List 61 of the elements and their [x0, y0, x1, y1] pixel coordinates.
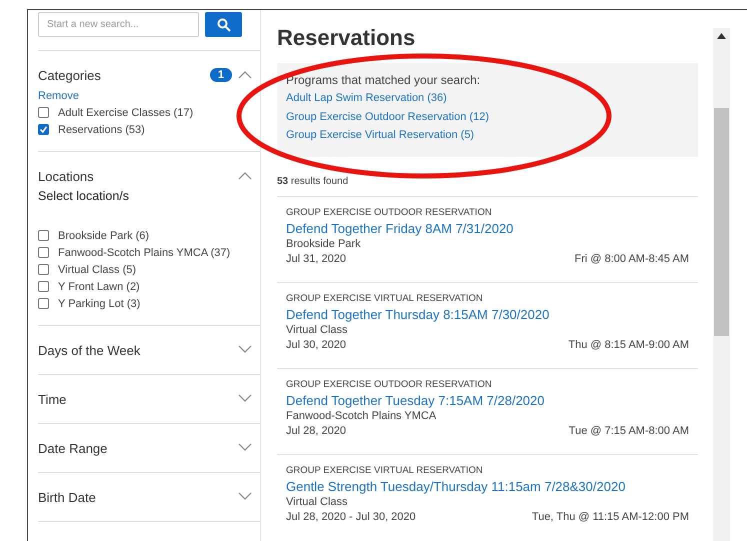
checkbox[interactable]: [38, 281, 49, 292]
result-title-link[interactable]: Defend Together Tuesday 7:15AM 7/28/2020: [286, 392, 545, 408]
filter-title[interactable]: Birth Date: [38, 490, 238, 504]
search-icon: [216, 18, 230, 32]
filter-subtitle: Select location/s: [38, 189, 130, 203]
remove-link[interactable]: Remove: [38, 90, 79, 102]
result-date: Jul 31, 2020: [286, 252, 346, 264]
result-title-link[interactable]: Gentle Strength Tuesday/Thursday 11:15am 7/28&30/2020: [286, 478, 626, 494]
result-time: Tue, Thu @ 11:15 AM-12:00 PM: [532, 510, 689, 522]
chevron-down-icon[interactable]: [238, 492, 252, 501]
result-location: Fanwood-Scotch Plains YMCA: [286, 410, 438, 422]
checkbox[interactable]: [38, 230, 49, 241]
checkbox[interactable]: [38, 247, 49, 258]
checkbox-label[interactable]: Virtual Class (5): [58, 264, 136, 276]
result-category: GROUP EXERCISE VIRTUAL RESERVATION: [286, 464, 484, 476]
result-location: Virtual Class: [286, 324, 349, 336]
scrollbar[interactable]: [713, 28, 730, 541]
checkbox[interactable]: [38, 264, 49, 275]
result-category: GROUP EXERCISE VIRTUAL RESERVATION: [286, 292, 484, 304]
result-title-link[interactable]: Defend Together Friday 8AM 7/31/2020: [286, 220, 514, 236]
filter-title[interactable]: Time: [38, 392, 238, 406]
checkbox[interactable]: [38, 124, 49, 135]
result-location: Virtual Class: [286, 496, 349, 508]
filter-title[interactable]: Locations: [38, 168, 238, 184]
program-link[interactable]: Group Exercise Outdoor Reservation (12): [286, 108, 489, 126]
result-time: Fri @ 8:00 AM-8:45 AM: [574, 252, 689, 264]
page-heading: Reservations: [277, 25, 416, 51]
checkbox-label[interactable]: Brookside Park (6): [58, 230, 150, 242]
matched-intro: Programs that matched your search:: [286, 73, 482, 87]
scrollbar-thumb[interactable]: [714, 108, 729, 336]
checkbox-label[interactable]: Y Front Lawn (2): [58, 280, 140, 292]
result-date: Jul 30, 2020: [286, 338, 346, 350]
checkbox-label[interactable]: Adult Exercise Classes (17): [58, 106, 194, 118]
result-date: Jul 28, 2020: [286, 424, 346, 436]
chevron-down-icon[interactable]: [238, 345, 252, 354]
result-title-link[interactable]: Defend Together Thursday 8:15AM 7/30/2020: [286, 306, 550, 322]
chevron-down-icon[interactable]: [238, 443, 252, 452]
search-field[interactable]: Start a new search...: [38, 12, 199, 37]
filter-title[interactable]: Days of the Week: [38, 342, 238, 358]
scroll-up-icon[interactable]: [717, 33, 726, 39]
result-category: GROUP EXERCISE OUTDOOR RESERVATION: [286, 206, 493, 218]
chevron-down-icon[interactable]: [238, 394, 252, 403]
search-button[interactable]: [205, 12, 242, 37]
result-date: Jul 28, 2020 - Jul 30, 2020: [286, 510, 416, 522]
result-time: Tue @ 7:15 AM-8:00 AM: [568, 424, 689, 436]
program-link[interactable]: Adult Lap Swim Reservation (36): [286, 89, 447, 108]
checkbox-label[interactable]: Fanwood-Scotch Plains YMCA (37): [58, 246, 230, 258]
filter-title[interactable]: Date Range: [38, 440, 238, 456]
checkbox[interactable]: [38, 298, 49, 309]
chevron-up-icon[interactable]: [238, 70, 252, 79]
chevron-up-icon[interactable]: [238, 171, 252, 180]
checkbox[interactable]: [38, 107, 49, 118]
count-badge: 1: [210, 68, 232, 82]
results-count: 53 results found: [277, 176, 350, 186]
program-link[interactable]: Group Exercise Virtual Reservation (5): [286, 126, 474, 144]
result-category: GROUP EXERCISE OUTDOOR RESERVATION: [286, 378, 493, 390]
result-time: Thu @ 8:15 AM-9:00 AM: [568, 338, 689, 350]
result-location: Brookside Park: [286, 238, 362, 250]
checkbox-label[interactable]: Reservations (53): [58, 124, 145, 136]
filter-title[interactable]: Categories: [38, 68, 210, 82]
checkbox-label[interactable]: Y Parking Lot (3): [58, 298, 140, 310]
